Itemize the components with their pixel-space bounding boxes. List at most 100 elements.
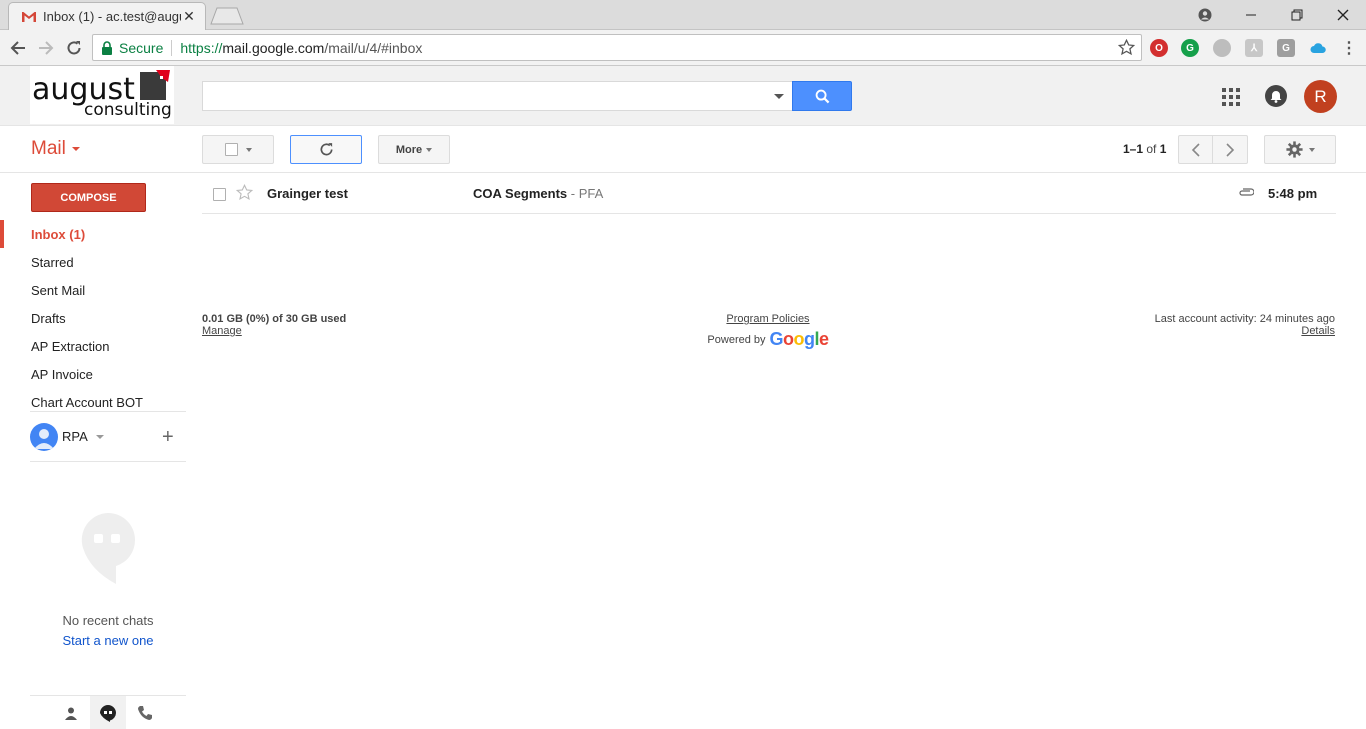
sidebar-nav: Inbox (1) Starred Sent Mail Drafts AP Ex… <box>0 220 186 416</box>
more-button[interactable]: More <box>378 135 450 164</box>
storage-footer: 0.01 GB (0%) of 30 GB used Manage <box>202 313 346 337</box>
logo-text-consulting: consulting <box>84 100 172 120</box>
pager-of: of <box>1146 142 1157 156</box>
last-activity-text: Last account activity: 24 minutes ago <box>1154 313 1335 325</box>
secure-indicator[interactable]: Secure <box>101 40 163 56</box>
mail-label: Mail <box>31 138 66 159</box>
chevron-left-icon <box>1191 142 1200 157</box>
reload-icon[interactable] <box>63 37 85 59</box>
sidebar-item-sent-mail[interactable]: Sent Mail <box>0 276 186 304</box>
activity-details-link[interactable]: Details <box>1301 325 1335 337</box>
cloud-extension-icon[interactable] <box>1309 39 1327 57</box>
pager-range: 1–1 <box>1123 142 1144 156</box>
pager-count: 1–1 of 1 <box>1123 142 1166 156</box>
gmail-action-bar: Mail More 1–1 of 1 <box>0 127 1366 173</box>
start-new-chat-link[interactable]: Start a new one <box>30 633 186 648</box>
hangouts-user-avatar[interactable] <box>30 423 58 451</box>
gmail-header: august consulting R <box>0 66 1366 126</box>
mail-switcher[interactable]: Mail <box>31 138 80 160</box>
email-time: 5:48 pm <box>1268 186 1318 201</box>
email-subject-text: COA Segments <box>473 186 568 201</box>
settings-caret-icon <box>1308 147 1315 152</box>
phone-call-icon[interactable] <box>127 696 163 729</box>
select-all-checkbox[interactable] <box>224 143 238 156</box>
logo-book-icon <box>140 70 170 100</box>
g-extension-icon[interactable]: G <box>1277 39 1295 57</box>
more-label: More <box>395 143 423 156</box>
browser-tabstrip: Inbox (1) - ac.test@augus ✕ <box>0 0 1366 30</box>
notifications-bell-icon[interactable] <box>1265 85 1287 107</box>
url-path: /mail/u/4/#inbox <box>324 39 423 56</box>
grammarly-extension-icon[interactable]: G <box>1181 39 1199 57</box>
pager-total: 1 <box>1159 142 1167 156</box>
account-avatar[interactable]: R <box>1304 80 1337 113</box>
forward-arrow-icon[interactable] <box>35 37 57 59</box>
august-consulting-logo[interactable]: august consulting <box>30 66 174 124</box>
sidebar-item-drafts[interactable]: Drafts <box>0 304 186 332</box>
select-all-button[interactable] <box>202 135 274 164</box>
email-star-icon[interactable] <box>236 184 253 201</box>
circle-extension-icon[interactable] <box>1213 39 1231 57</box>
older-button[interactable] <box>1212 135 1248 164</box>
search-input[interactable] <box>203 82 763 110</box>
sidebar-item-inbox[interactable]: Inbox (1) <box>0 220 186 248</box>
hangouts-user-caret-icon[interactable] <box>96 435 104 439</box>
bookmark-star-icon[interactable] <box>1118 39 1135 56</box>
sidebar-item-ap-extraction[interactable]: AP Extraction <box>0 332 186 360</box>
hangouts-bubble-icon <box>81 513 136 584</box>
address-bar[interactable]: Secure https://mail.google.com/mail/u/4/… <box>92 34 1142 61</box>
back-arrow-icon[interactable] <box>7 37 29 59</box>
select-caret-icon <box>245 147 252 152</box>
program-policies-link[interactable]: Program Policies <box>726 313 809 325</box>
email-row[interactable]: Grainger test COA Segments - PFA 5:48 pm <box>202 174 1336 214</box>
compose-button[interactable]: COMPOSE <box>31 183 146 212</box>
mail-caret-icon <box>71 147 80 151</box>
email-snippet: - PFA <box>567 186 604 201</box>
sidebar-item-starred[interactable]: Starred <box>0 248 186 276</box>
sidebar-item-ap-invoice[interactable]: AP Invoice <box>0 360 186 388</box>
browser-tab-title: Inbox (1) - ac.test@augus <box>43 9 181 24</box>
lock-icon <box>102 40 112 55</box>
no-recent-chats-text: No recent chats <box>62 613 154 628</box>
browser-menu-icon[interactable]: ⋮ <box>1340 39 1358 57</box>
chevron-right-icon <box>1226 142 1235 157</box>
browser-toolbar: Secure https://mail.google.com/mail/u/4/… <box>0 30 1366 66</box>
tab-close-icon[interactable]: ✕ <box>181 8 197 25</box>
hangouts-chat-icon[interactable] <box>90 696 126 729</box>
email-row-checkbox[interactable] <box>213 188 226 201</box>
url-host: mail.google.com <box>222 39 325 56</box>
search-box[interactable] <box>202 81 792 111</box>
minimize-icon[interactable] <box>1228 0 1274 30</box>
contacts-person-icon[interactable] <box>53 696 89 729</box>
search-options-dropdown[interactable] <box>774 94 784 99</box>
restore-icon[interactable] <box>1274 0 1320 30</box>
close-window-icon[interactable] <box>1320 0 1366 30</box>
refresh-icon <box>320 143 332 156</box>
hangouts-user: RPA + <box>30 411 186 462</box>
apps-grid-icon[interactable] <box>1222 88 1240 106</box>
hangouts-bottom-bar <box>30 695 186 729</box>
hangouts-chats-panel: No recent chats Start a new one <box>30 510 186 648</box>
gear-icon <box>1285 141 1303 158</box>
address-divider <box>171 39 173 56</box>
storage-usage: 0.01 GB (0%) of 30 GB used <box>202 313 347 325</box>
manage-storage-link[interactable]: Manage <box>202 325 242 337</box>
opera-extension-icon[interactable]: O <box>1150 39 1168 57</box>
profile-icon[interactable] <box>1182 0 1228 30</box>
url-text[interactable]: https://mail.google.com/mail/u/4/#inbox <box>180 40 422 56</box>
more-caret-icon <box>426 147 433 152</box>
policies-footer: Program Policies Powered by Google <box>690 313 846 350</box>
google-wordmark: Google <box>769 329 830 349</box>
new-tab-button[interactable] <box>210 7 244 25</box>
search-button[interactable] <box>792 81 852 111</box>
activity-footer: Last account activity: 24 minutes ago De… <box>1155 313 1335 337</box>
refresh-button[interactable] <box>290 135 362 164</box>
newer-button[interactable] <box>1178 135 1213 164</box>
powered-by-google: Powered by Google <box>690 329 846 350</box>
add-contact-plus-icon[interactable]: + <box>162 426 174 449</box>
browser-tab-gmail[interactable]: Inbox (1) - ac.test@augus ✕ <box>8 2 206 30</box>
pdf-extension-icon[interactable]: ⅄ <box>1245 39 1263 57</box>
search-icon <box>815 89 829 103</box>
hangouts-user-name[interactable]: RPA <box>62 429 88 444</box>
settings-button[interactable] <box>1264 135 1336 164</box>
